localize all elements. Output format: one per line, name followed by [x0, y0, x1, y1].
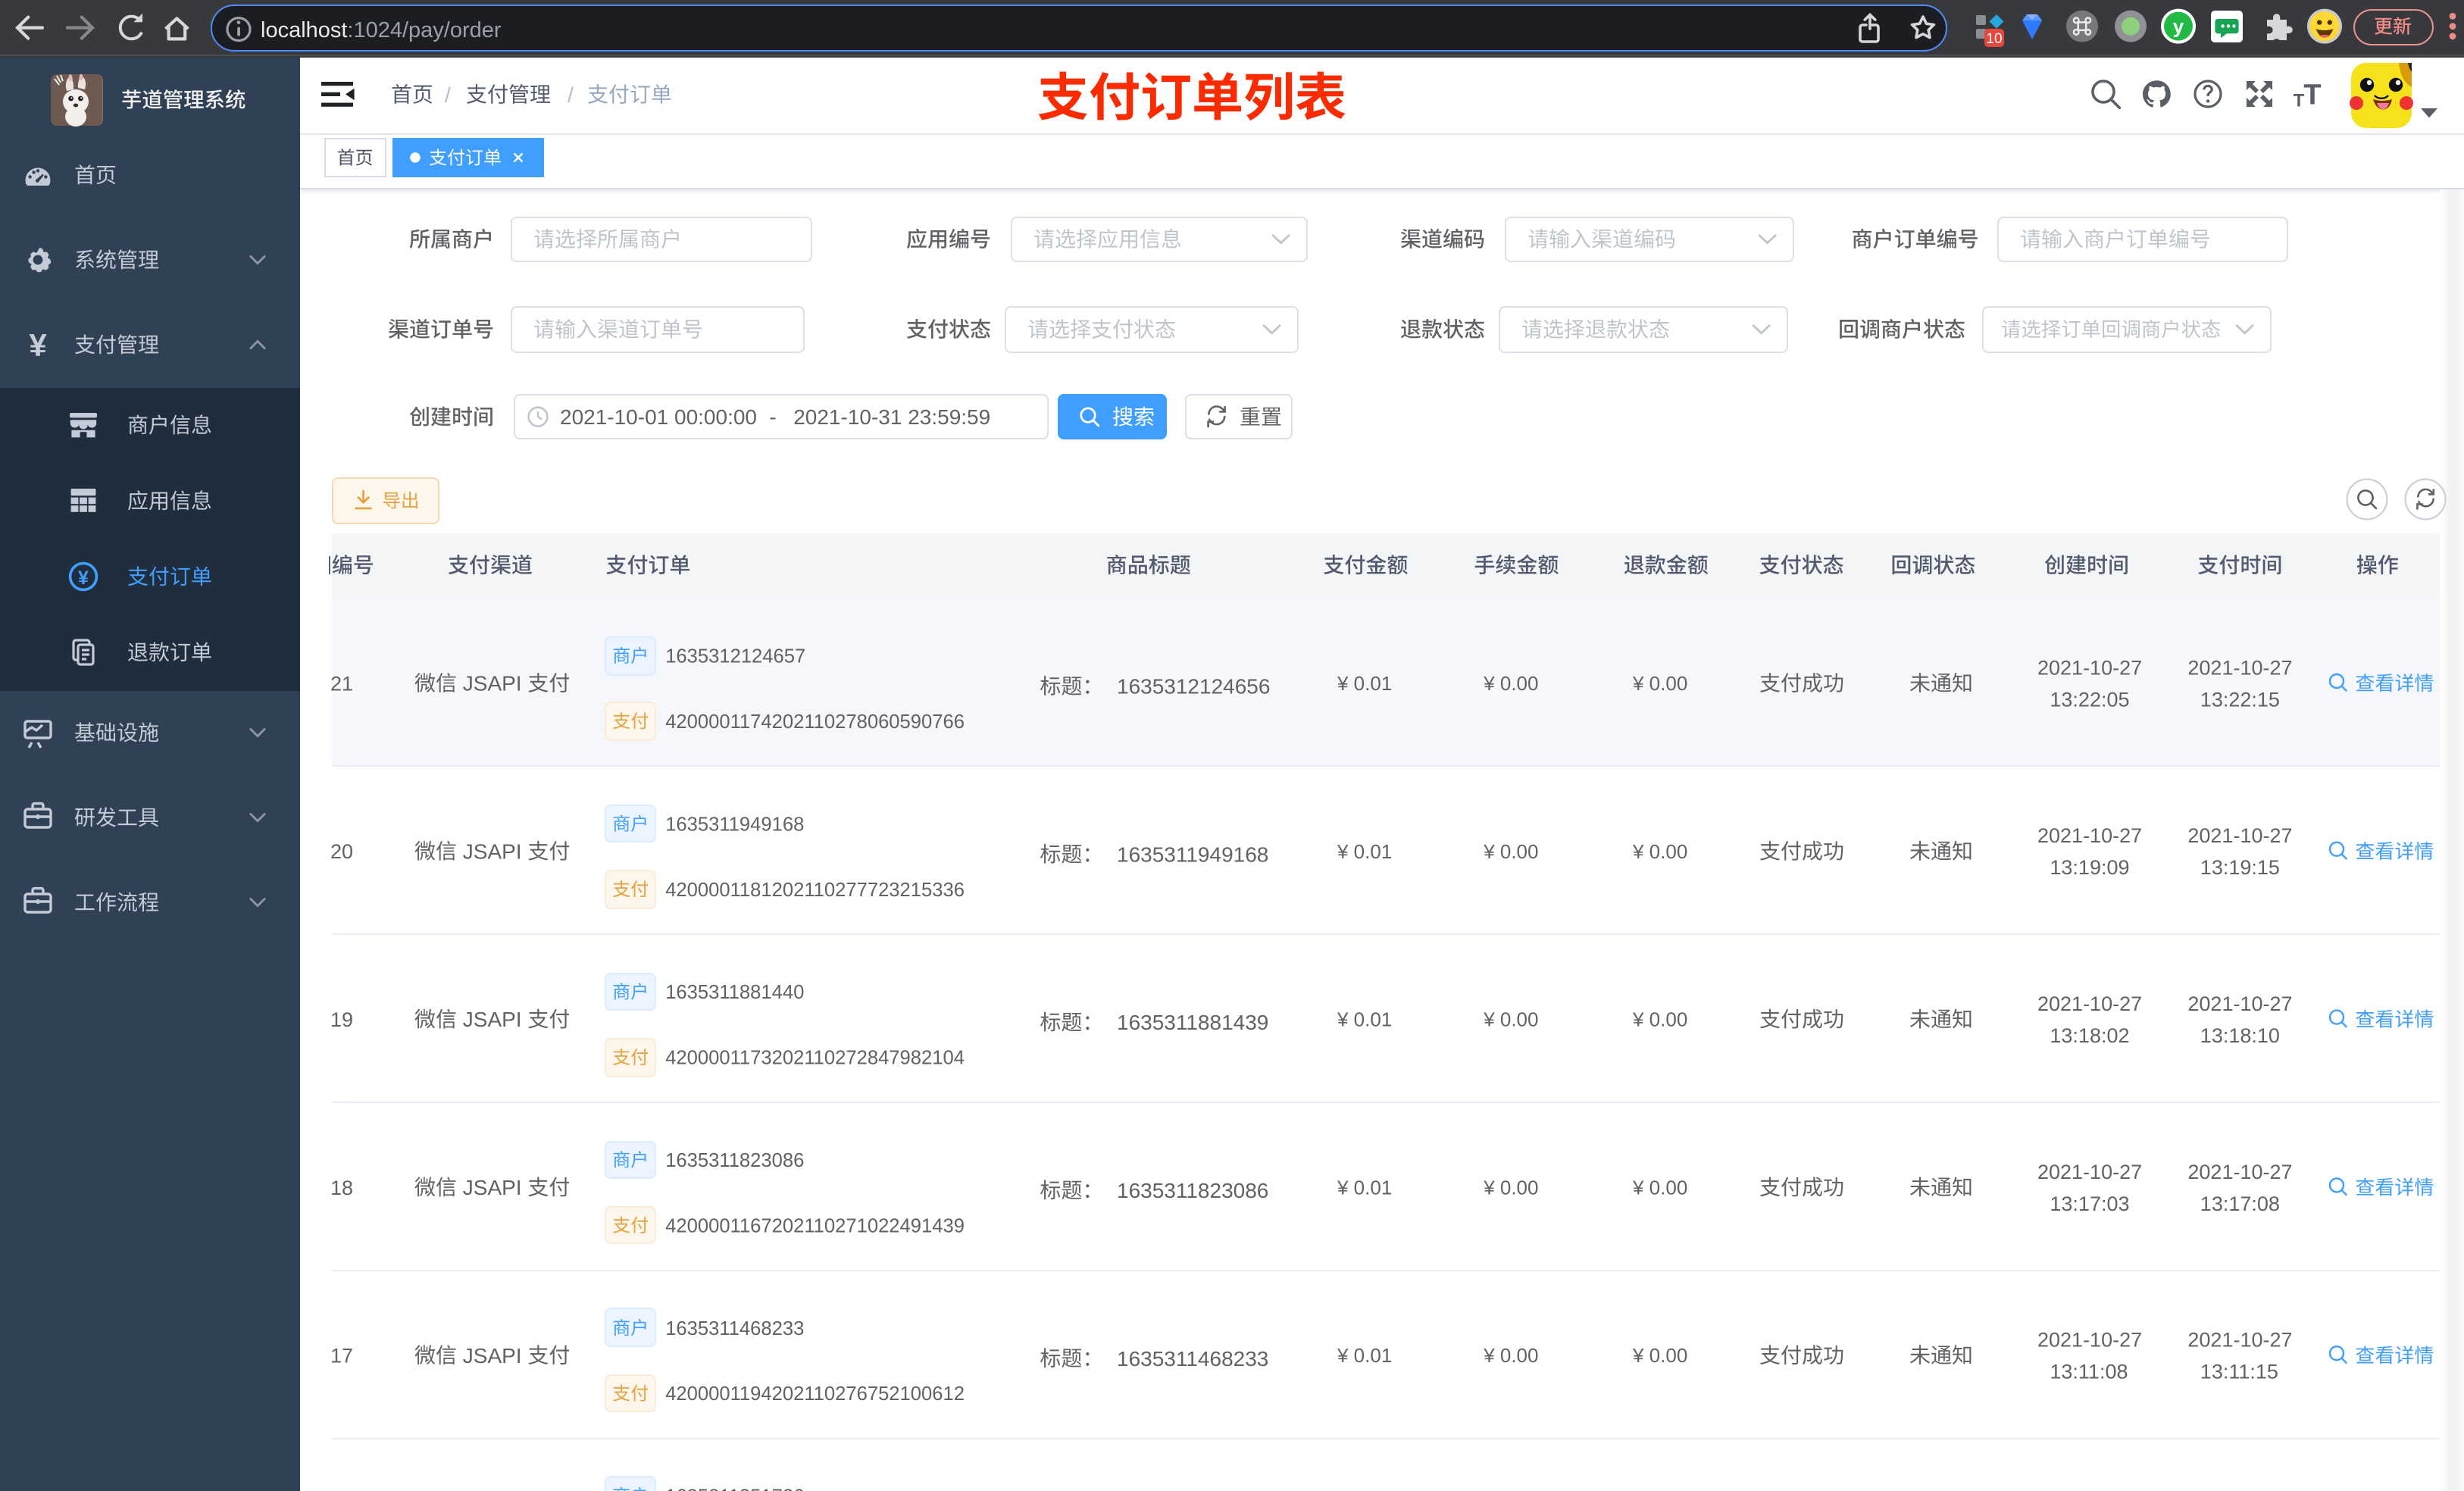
svg-text:y: y [2173, 14, 2184, 37]
svg-text:17: 17 [330, 1345, 353, 1368]
svg-text:13:11:08: 13:11:08 [2050, 1361, 2128, 1383]
svg-text:21: 21 [330, 672, 353, 695]
svg-text:¥ 0.01: ¥ 0.01 [1337, 1176, 1392, 1199]
svg-text:2021-10-27: 2021-10-27 [2187, 824, 2292, 847]
svg-text:19: 19 [330, 1008, 353, 1031]
svg-text:4200001194202110276752100612: 4200001194202110276752100612 [665, 1383, 965, 1405]
svg-text:¥: ¥ [29, 327, 47, 363]
svg-text:1635311881439: 1635311881439 [1117, 1011, 1268, 1034]
svg-text:JSAPI: JSAPI [457, 839, 527, 863]
svg-text:JSAPI: JSAPI [457, 1344, 527, 1368]
svg-text:2021-10-27: 2021-10-27 [2187, 1329, 2292, 1352]
svg-text:2021-10-27: 2021-10-27 [2037, 1329, 2142, 1352]
svg-text:1635311949168: 1635311949168 [665, 814, 804, 835]
svg-text:18: 18 [330, 1177, 353, 1199]
svg-text:13:18:02: 13:18:02 [2050, 1024, 2129, 1047]
svg-text:¥ 0.00: ¥ 0.00 [1632, 1176, 1687, 1199]
svg-text:2021-10-27: 2021-10-27 [2187, 656, 2292, 679]
svg-text:13:11:15: 13:11:15 [2200, 1361, 2278, 1383]
svg-text:localhost: localhost [261, 18, 347, 42]
svg-text:¥ 0.00: ¥ 0.00 [1632, 840, 1687, 863]
svg-text:1635311949168: 1635311949168 [1117, 842, 1268, 866]
svg-text:4200001174202110278060590766: 4200001174202110278060590766 [665, 711, 965, 733]
svg-text:1635311351726: 1635311351726 [665, 1486, 804, 1491]
svg-text:2021-10-27: 2021-10-27 [2037, 992, 2142, 1015]
svg-text:JSAPI: JSAPI [457, 1008, 527, 1031]
svg-text::1024/pay/order: :1024/pay/order [347, 18, 501, 42]
svg-text:JSAPI: JSAPI [457, 1176, 527, 1199]
svg-text:¥ 0.01: ¥ 0.01 [1337, 1344, 1392, 1367]
svg-text:13:18:10: 13:18:10 [2200, 1024, 2280, 1047]
svg-text:/: / [445, 83, 451, 107]
svg-text:13:19:09: 13:19:09 [2050, 856, 2129, 879]
svg-text:2021-10-27: 2021-10-27 [2037, 824, 2142, 847]
svg-text:13:17:08: 13:17:08 [2200, 1192, 2280, 1215]
svg-text:-: - [769, 405, 776, 429]
svg-text:4200001167202110271022491439: 4200001167202110271022491439 [665, 1215, 965, 1236]
svg-text:JSAPI: JSAPI [457, 672, 527, 695]
svg-text:2021-10-27: 2021-10-27 [2187, 1161, 2292, 1183]
svg-text:2021-10-31 23:59:59: 2021-10-31 23:59:59 [793, 405, 990, 429]
svg-text:13:17:03: 13:17:03 [2050, 1192, 2129, 1215]
svg-text:¥ 0.00: ¥ 0.00 [1632, 672, 1687, 695]
svg-text:1635311881440: 1635311881440 [665, 982, 804, 1003]
svg-text:2021-10-27: 2021-10-27 [2187, 992, 2292, 1015]
svg-text:1635311468233: 1635311468233 [665, 1318, 804, 1339]
svg-text:¥ 0.00: ¥ 0.00 [1483, 1008, 1538, 1031]
svg-text:2021-10-27: 2021-10-27 [2037, 656, 2142, 679]
svg-text:¥ 0.00: ¥ 0.00 [1483, 840, 1538, 863]
svg-text:/: / [568, 83, 574, 107]
svg-text:20: 20 [330, 840, 353, 863]
svg-text:¥ 0.00: ¥ 0.00 [1632, 1008, 1687, 1031]
svg-text:4200001181202110277723215336: 4200001181202110277723215336 [665, 880, 965, 901]
svg-text:¥ 0.00: ¥ 0.00 [1483, 672, 1538, 695]
svg-text:1635311468233: 1635311468233 [1117, 1347, 1268, 1371]
svg-text:1635311823086: 1635311823086 [665, 1150, 804, 1171]
svg-text:2021-10-27: 2021-10-27 [2037, 1161, 2142, 1183]
svg-text:2021-10-01 00:00:00: 2021-10-01 00:00:00 [560, 405, 757, 429]
svg-text:1635312124657: 1635312124657 [665, 646, 805, 667]
svg-text:10: 10 [1986, 31, 2002, 47]
svg-text:¥ 0.01: ¥ 0.01 [1337, 1008, 1392, 1031]
svg-text:¥ 0.01: ¥ 0.01 [1337, 672, 1392, 695]
svg-text:4200001173202110272847982104: 4200001173202110272847982104 [665, 1048, 965, 1069]
svg-text:13:22:05: 13:22:05 [2050, 688, 2129, 711]
svg-text:1635311823086: 1635311823086 [1117, 1179, 1268, 1202]
svg-text:13:22:15: 13:22:15 [2200, 688, 2280, 711]
svg-text:13:19:15: 13:19:15 [2200, 856, 2280, 879]
svg-text:¥ 0.01: ¥ 0.01 [1337, 840, 1392, 863]
svg-text:¥ 0.00: ¥ 0.00 [1483, 1344, 1538, 1367]
svg-text:¥ 0.00: ¥ 0.00 [1483, 1176, 1538, 1199]
svg-text:T: T [2294, 91, 2305, 111]
svg-text:T: T [2303, 80, 2321, 111]
svg-text:¥: ¥ [78, 567, 89, 589]
svg-text:1635312124656: 1635312124656 [1117, 675, 1270, 699]
svg-text:¥ 0.00: ¥ 0.00 [1632, 1344, 1687, 1367]
